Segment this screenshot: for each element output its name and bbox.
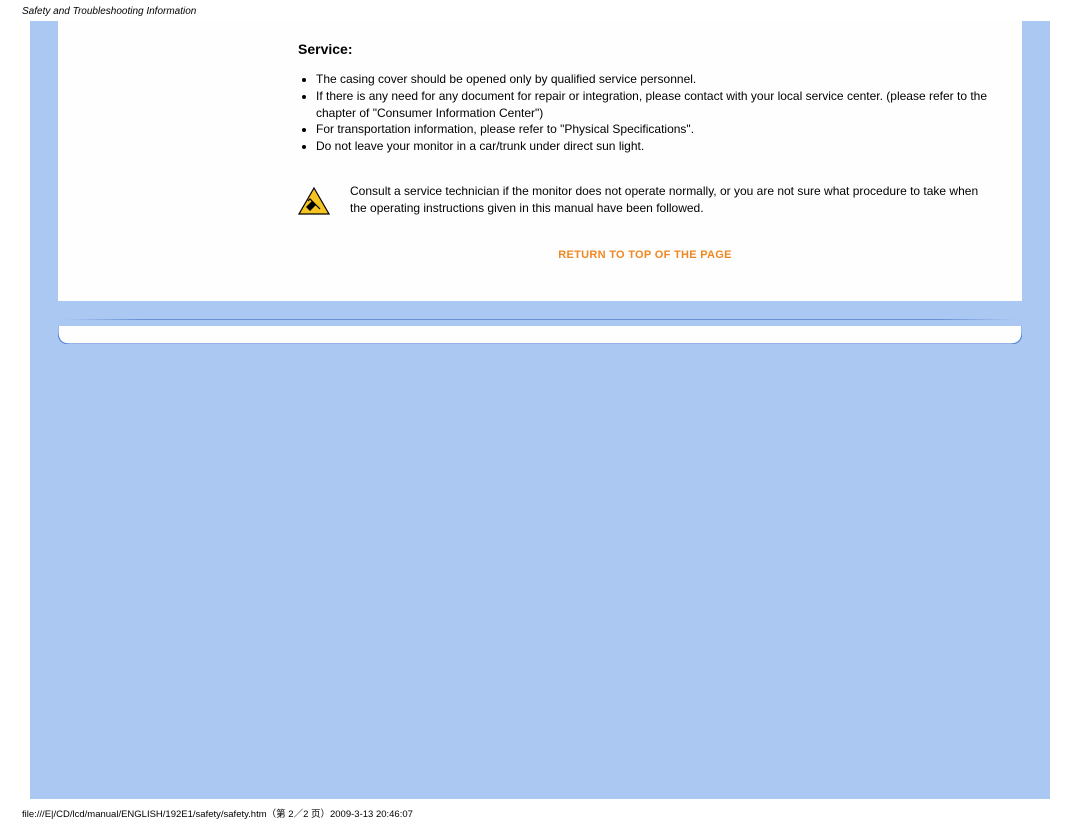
list-item: The casing cover should be opened only b… (316, 71, 992, 88)
list-item: If there is any need for any document fo… (316, 88, 992, 122)
divider-line (65, 319, 1015, 320)
background-area: Service: The casing cover should be open… (30, 21, 1050, 799)
warning-text: Consult a service technician if the moni… (350, 183, 992, 217)
list-item: Do not leave your monitor in a car/trunk… (316, 138, 992, 155)
section-heading: Service: (298, 41, 992, 57)
warning-row: Consult a service technician if the moni… (298, 183, 992, 217)
bullet-list: The casing cover should be opened only b… (298, 71, 992, 155)
content-panel: Service: The casing cover should be open… (58, 21, 1022, 301)
panel-bottom-edge (58, 326, 1022, 344)
list-item: For transportation information, please r… (316, 121, 992, 138)
page-title: Safety and Troubleshooting Information (0, 0, 1080, 21)
footer-path: file:///E|/CD/lcd/manual/ENGLISH/192E1/s… (22, 806, 413, 820)
warning-triangle-icon (298, 187, 330, 215)
return-to-top-link[interactable]: RETURN TO TOP OF THE PAGE (298, 249, 992, 261)
